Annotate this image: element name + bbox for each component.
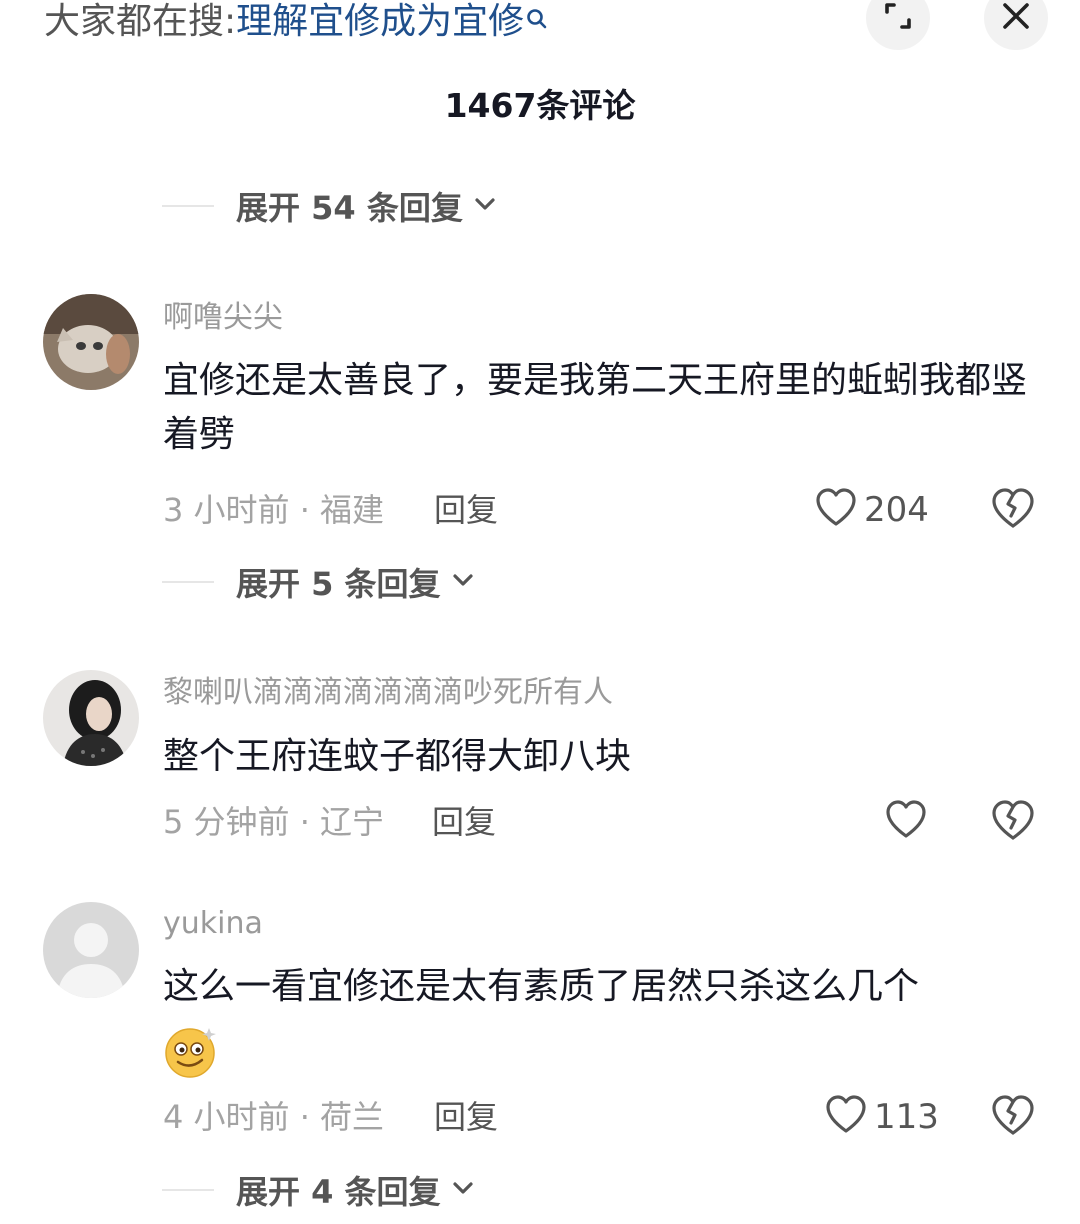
expand-replies-button[interactable]: 展开 4 条回复: [162, 1170, 475, 1211]
comment-time-location: 5 分钟前 · 辽宁: [163, 803, 385, 841]
comment-username[interactable]: yukina: [163, 904, 263, 944]
expand-replies-button[interactable]: 展开 5 条回复: [162, 562, 475, 603]
comment-username[interactable]: 黎喇叭滴滴滴滴滴滴滴吵死所有人: [163, 673, 613, 713]
search-suggestion-keyword[interactable]: 理解宜修成为宜修: [236, 1, 524, 42]
like-button[interactable]: 204: [814, 486, 929, 534]
broken-heart-icon: [990, 1095, 1036, 1143]
expand-button[interactable]: [866, 0, 930, 50]
like-button[interactable]: 113: [824, 1093, 939, 1141]
expand-replies-label: 展开 54 条回复: [236, 189, 463, 227]
search-suggestion[interactable]: 大家都在搜:理解宜修成为宜修: [44, 0, 548, 44]
comment-count-title: 1467条评论: [444, 86, 636, 125]
reply-button[interactable]: 回复: [434, 490, 498, 530]
chevron-down-icon: [473, 196, 497, 216]
comment-time-location: 3 小时前 · 福建: [163, 491, 385, 529]
expand-replies-label: 展开 4 条回复: [236, 1173, 441, 1211]
heart-icon: [884, 798, 928, 846]
comment-username[interactable]: 啊噜尖尖: [163, 298, 283, 338]
broken-heart-icon: [990, 800, 1036, 848]
heart-icon: [824, 1093, 868, 1141]
avatar[interactable]: [43, 670, 139, 766]
search-suggestion-prefix: 大家都在搜:: [44, 1, 237, 42]
expand-icon: [881, 0, 915, 37]
avatar[interactable]: [43, 902, 139, 998]
broken-heart-icon: [990, 488, 1036, 536]
comment-time-location: 4 小时前 · 荷兰: [163, 1098, 385, 1136]
like-count: 113: [874, 1097, 939, 1137]
divider: [162, 581, 214, 583]
expand-replies-label: 展开 5 条回复: [236, 565, 441, 603]
like-button[interactable]: [884, 798, 928, 846]
avatar[interactable]: [43, 294, 139, 390]
heart-icon: [814, 486, 858, 534]
like-count: 204: [864, 490, 929, 530]
comment-text: 这么一看宜修还是太有素质了居然只杀这么几个: [163, 966, 920, 1007]
comment-text: 宜修还是太善良了，要是我第二天王府里的蚯蚓我都竖着劈: [163, 360, 1028, 455]
reply-button[interactable]: 回复: [432, 802, 496, 842]
reply-button[interactable]: 回复: [434, 1097, 498, 1137]
close-button[interactable]: [984, 0, 1048, 50]
dislike-button[interactable]: [990, 486, 1036, 532]
chevron-down-icon: [451, 1180, 475, 1200]
search-icon: [526, 0, 548, 44]
expand-replies-button[interactable]: 展开 54 条回复: [162, 186, 497, 227]
dizzy-face-emoji: [163, 1024, 221, 1082]
dislike-button[interactable]: [990, 798, 1036, 844]
close-icon: [999, 0, 1033, 37]
dislike-button[interactable]: [990, 1093, 1036, 1139]
divider: [162, 1189, 214, 1191]
divider: [162, 205, 214, 207]
chevron-down-icon: [451, 572, 475, 592]
comment-text: 整个王府连蚊子都得大卸八块: [163, 736, 632, 777]
